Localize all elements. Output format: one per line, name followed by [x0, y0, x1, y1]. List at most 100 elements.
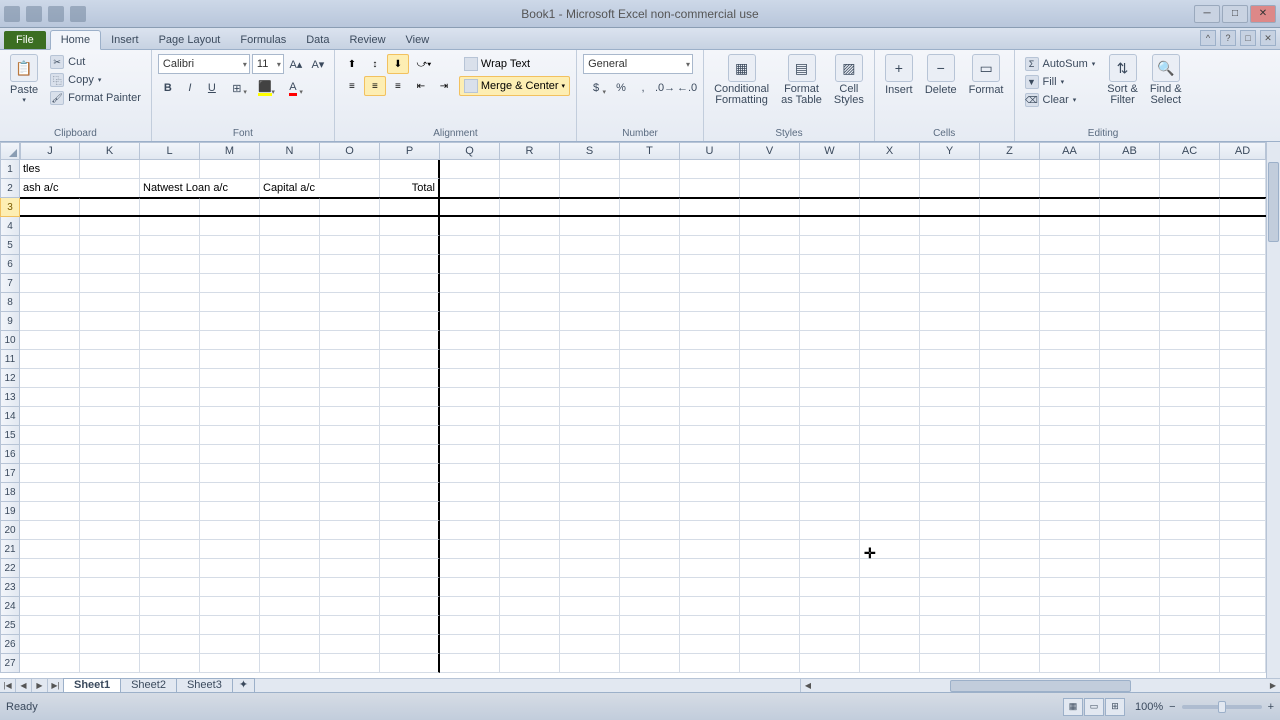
cell-AA6[interactable]	[1040, 255, 1100, 274]
cell-V12[interactable]	[740, 369, 800, 388]
cell-R11[interactable]	[500, 350, 560, 369]
cell-J24[interactable]	[20, 597, 80, 616]
redo-icon[interactable]	[70, 6, 86, 22]
col-header-Q[interactable]: Q	[440, 142, 500, 160]
cell-AB1[interactable]	[1100, 160, 1160, 179]
cell-Y21[interactable]	[920, 540, 980, 559]
cell-AB11[interactable]	[1100, 350, 1160, 369]
cell-AD14[interactable]	[1220, 407, 1266, 426]
cell-Q11[interactable]	[440, 350, 500, 369]
cell-P13[interactable]	[380, 388, 440, 407]
cell-T27[interactable]	[620, 654, 680, 673]
cell-AD3[interactable]	[1220, 198, 1266, 217]
cell-K14[interactable]	[80, 407, 140, 426]
cell-L8[interactable]	[140, 293, 200, 312]
file-tab[interactable]: File	[4, 31, 46, 49]
cell-S16[interactable]	[560, 445, 620, 464]
cell-X15[interactable]	[860, 426, 920, 445]
cell-L21[interactable]	[140, 540, 200, 559]
cell-Q9[interactable]	[440, 312, 500, 331]
cell-M10[interactable]	[200, 331, 260, 350]
cell-J15[interactable]	[20, 426, 80, 445]
cell-Z12[interactable]	[980, 369, 1040, 388]
cell-V1[interactable]	[740, 160, 800, 179]
vscroll-thumb[interactable]	[1268, 162, 1279, 242]
cell-Y3[interactable]	[920, 198, 980, 217]
format-as-table-button[interactable]: ▤Format as Table	[775, 52, 828, 108]
cell-AB10[interactable]	[1100, 331, 1160, 350]
autosum-button[interactable]: ΣAutoSum▾	[1023, 56, 1098, 72]
cell-W22[interactable]	[800, 559, 860, 578]
cell-K24[interactable]	[80, 597, 140, 616]
cell-Q15[interactable]	[440, 426, 500, 445]
cell-L22[interactable]	[140, 559, 200, 578]
cell-O15[interactable]	[320, 426, 380, 445]
cell-N3[interactable]	[260, 198, 320, 217]
cell-U19[interactable]	[680, 502, 740, 521]
cell-T6[interactable]	[620, 255, 680, 274]
cell-S1[interactable]	[560, 160, 620, 179]
cell-J27[interactable]	[20, 654, 80, 673]
cell-W26[interactable]	[800, 635, 860, 654]
clear-button[interactable]: ⌫Clear▾	[1023, 92, 1098, 108]
cell-X13[interactable]	[860, 388, 920, 407]
cell-W3[interactable]	[800, 198, 860, 217]
cell-P20[interactable]	[380, 521, 440, 540]
increase-decimal-button[interactable]: .0→	[655, 78, 675, 98]
cell-T22[interactable]	[620, 559, 680, 578]
cell-Q1[interactable]	[440, 160, 500, 179]
cell-R20[interactable]	[500, 521, 560, 540]
cells-area[interactable]: tlesash a/cNatwest Loan a/cCapital a/cTo…	[20, 160, 1266, 678]
cell-AA20[interactable]	[1040, 521, 1100, 540]
cell-N26[interactable]	[260, 635, 320, 654]
cell-AC22[interactable]	[1160, 559, 1220, 578]
cell-N6[interactable]	[260, 255, 320, 274]
cell-T25[interactable]	[620, 616, 680, 635]
cell-AB19[interactable]	[1100, 502, 1160, 521]
cell-L10[interactable]	[140, 331, 200, 350]
align-bottom-button[interactable]: ⬇	[387, 54, 409, 74]
cell-S15[interactable]	[560, 426, 620, 445]
insert-cells-button[interactable]: +Insert	[879, 52, 919, 98]
cell-AA16[interactable]	[1040, 445, 1100, 464]
cell-Q3[interactable]	[440, 198, 500, 217]
cell-V17[interactable]	[740, 464, 800, 483]
cell-N21[interactable]	[260, 540, 320, 559]
cell-K3[interactable]	[80, 198, 140, 217]
tab-page-layout[interactable]: Page Layout	[149, 31, 231, 49]
cell-U23[interactable]	[680, 578, 740, 597]
cell-Z19[interactable]	[980, 502, 1040, 521]
cell-L27[interactable]	[140, 654, 200, 673]
cell-O22[interactable]	[320, 559, 380, 578]
col-header-AB[interactable]: AB	[1100, 142, 1160, 160]
row-header-7[interactable]: 7	[0, 274, 20, 293]
cell-R9[interactable]	[500, 312, 560, 331]
cell-AD25[interactable]	[1220, 616, 1266, 635]
cell-R4[interactable]	[500, 217, 560, 236]
cell-O9[interactable]	[320, 312, 380, 331]
cell-W14[interactable]	[800, 407, 860, 426]
cell-AC24[interactable]	[1160, 597, 1220, 616]
cell-X18[interactable]	[860, 483, 920, 502]
cell-K7[interactable]	[80, 274, 140, 293]
cell-AD4[interactable]	[1220, 217, 1266, 236]
cell-R6[interactable]	[500, 255, 560, 274]
cell-P2[interactable]: Total	[380, 179, 440, 198]
cell-T2[interactable]	[620, 179, 680, 198]
cell-K9[interactable]	[80, 312, 140, 331]
cell-AA12[interactable]	[1040, 369, 1100, 388]
align-middle-button[interactable]: ↕	[364, 54, 386, 74]
cell-T3[interactable]	[620, 198, 680, 217]
cell-K19[interactable]	[80, 502, 140, 521]
cell-AB23[interactable]	[1100, 578, 1160, 597]
cell-S24[interactable]	[560, 597, 620, 616]
cell-V26[interactable]	[740, 635, 800, 654]
cell-Q14[interactable]	[440, 407, 500, 426]
col-header-Y[interactable]: Y	[920, 142, 980, 160]
cell-O17[interactable]	[320, 464, 380, 483]
cell-L11[interactable]	[140, 350, 200, 369]
cell-Z18[interactable]	[980, 483, 1040, 502]
cell-W12[interactable]	[800, 369, 860, 388]
page-layout-view-icon[interactable]: ▭	[1084, 698, 1104, 716]
cell-K27[interactable]	[80, 654, 140, 673]
